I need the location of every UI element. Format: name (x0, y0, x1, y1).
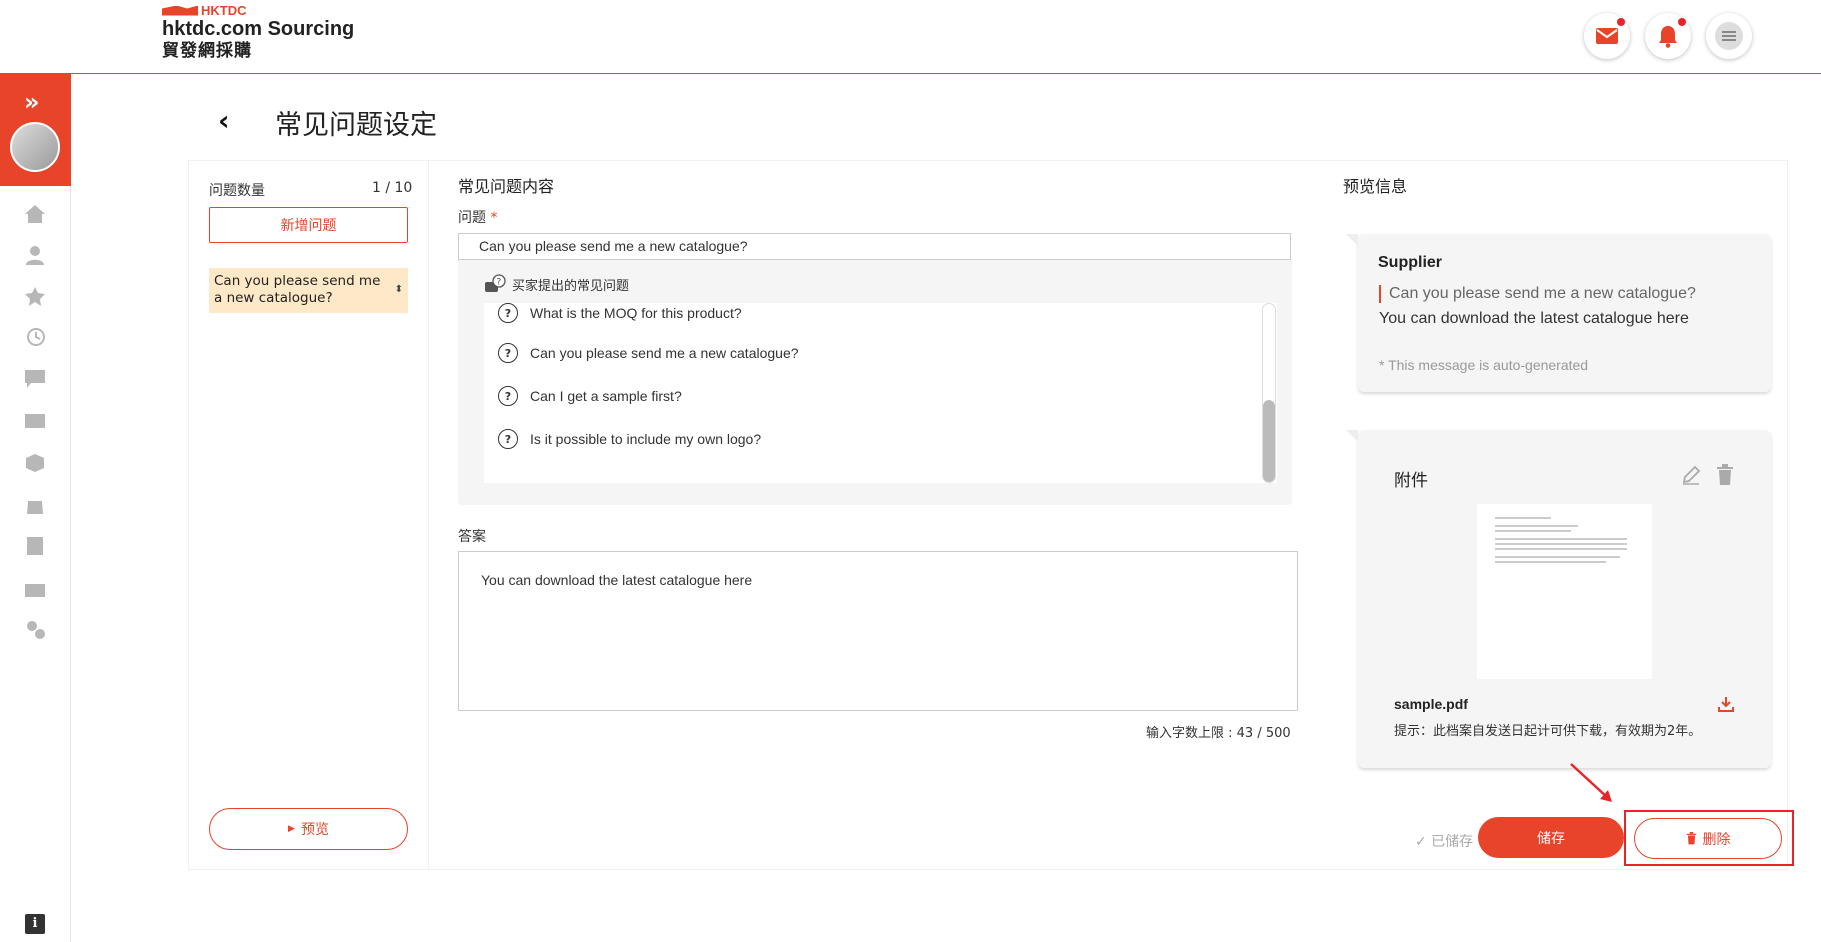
box-icon[interactable] (24, 453, 46, 473)
buyer-faq-heading: ? 买家提出的常见问题 (484, 274, 629, 294)
user-settings-icon[interactable] (24, 620, 46, 640)
answer-textarea[interactable]: You can download the latest catalogue he… (458, 551, 1298, 711)
save-button[interactable]: 储存 (1478, 817, 1624, 858)
trash-icon (1686, 832, 1696, 845)
edit-icon[interactable] (1680, 464, 1702, 486)
faq-scrollbar-thumb[interactable] (1263, 400, 1275, 482)
question-icon: ? (498, 303, 518, 323)
notification-button[interactable] (1645, 13, 1691, 59)
question-icon: ? (498, 343, 518, 363)
user-icon[interactable] (24, 245, 46, 265)
expand-sidebar-icon[interactable]: » (24, 88, 40, 116)
attachment-file-name[interactable]: sample.pdf (1394, 696, 1468, 712)
auto-generated-note: * This message is auto-generated (1379, 357, 1589, 373)
preview-supplier-name: Supplier (1378, 254, 1443, 271)
faq-suggestion-item[interactable]: ? What is the MOQ for this product? (498, 303, 742, 323)
info-icon[interactable]: i (25, 914, 45, 934)
sort-handle-icon[interactable]: ⬍ (395, 281, 403, 298)
star-icon[interactable] (24, 286, 46, 306)
bell-icon (1659, 26, 1677, 48)
question-count-label: 问题数量 (209, 183, 265, 199)
faq-suggestion-item[interactable]: ? Can I get a sample first? (498, 386, 682, 406)
download-icon[interactable] (1718, 696, 1734, 712)
question-label: 问题 * (458, 210, 498, 226)
logo-text-en: hktdc.com Sourcing (162, 18, 355, 40)
question-list-item[interactable]: Can you please send me a new catalogue? … (209, 268, 408, 313)
back-arrow-icon[interactable]: ‹ (218, 104, 230, 137)
trash-icon[interactable] (1716, 464, 1734, 486)
hktdc-mark: HKTDC (162, 3, 354, 18)
chat-icon[interactable] (24, 369, 46, 389)
preview-answer: You can download the latest catalogue he… (1379, 310, 1689, 327)
avatar[interactable] (10, 122, 60, 172)
history-icon[interactable] (24, 327, 46, 347)
analytics-icon[interactable] (24, 578, 46, 598)
question-icon: ? (498, 429, 518, 449)
question-list-item-label: Can you please send me a new catalogue? (214, 273, 381, 306)
hktdc-logo[interactable]: HKTDC hktdc.com Sourcing 貿發網採購 (162, 3, 354, 62)
preview-question: Can you please send me a new catalogue? (1379, 285, 1696, 303)
question-count-value: 1 / 10 (372, 180, 413, 196)
preview-section-title: 预览信息 (1343, 177, 1408, 196)
attachment-title: 附件 (1394, 471, 1428, 491)
delete-button[interactable]: 删除 (1634, 818, 1782, 859)
page-title: 常见问题设定 (275, 110, 437, 141)
saved-status: ✓ 已储存 (1415, 834, 1474, 850)
faq-suggestion-item[interactable]: ? Is it possible to include my own logo? (498, 429, 761, 449)
menu-button[interactable] (1706, 13, 1752, 59)
question-icon: ? (498, 386, 518, 406)
mail-unread-dot (1617, 18, 1625, 26)
answer-label: 答案 (458, 529, 486, 545)
faq-suggestion-item[interactable]: ? Can you please send me a new catalogue? (498, 343, 799, 363)
bag-icon[interactable] (24, 495, 46, 515)
mail-button[interactable] (1584, 13, 1630, 59)
mail-icon (1596, 28, 1618, 44)
card-icon[interactable] (24, 411, 46, 431)
question-input[interactable]: Can you please send me a new catalogue? (458, 233, 1291, 260)
column-divider (428, 160, 429, 870)
top-bar: HKTDC hktdc.com Sourcing 貿發網採購 (0, 0, 1821, 74)
attachment-hint: 提示：此档案自发送日起计可供下载，有效期为2年。 (1394, 724, 1702, 739)
menu-icon (1715, 22, 1743, 50)
caret-right-icon: ▶ (288, 824, 295, 834)
preview-button-label: 预览 (300, 822, 329, 838)
list-icon[interactable] (24, 536, 46, 556)
sidebar: » i (0, 74, 71, 942)
logo-text-zh: 貿發網採購 (162, 41, 252, 61)
preview-button[interactable]: ▶ 预览 (209, 808, 408, 850)
content-section-title: 常见问题内容 (458, 177, 555, 196)
char-limit-counter: 输入字数上限 : 43 / 500 (1146, 726, 1291, 741)
home-icon[interactable] (24, 204, 46, 224)
delete-button-label: 删除 (1702, 831, 1731, 848)
buyer-faq-list[interactable]: ? What is the MOQ for this product? ? Can … (484, 303, 1277, 483)
notification-unread-dot (1678, 18, 1686, 26)
required-mark: * (490, 210, 498, 226)
sidebar-header: » (0, 74, 71, 186)
chat-question-icon: ? (485, 274, 506, 292)
add-question-button[interactable]: 新增问题 (209, 207, 408, 243)
pdf-thumbnail[interactable] (1477, 504, 1652, 679)
annotation-arrow-icon (1570, 763, 1612, 802)
svg-text:?: ? (497, 278, 502, 288)
